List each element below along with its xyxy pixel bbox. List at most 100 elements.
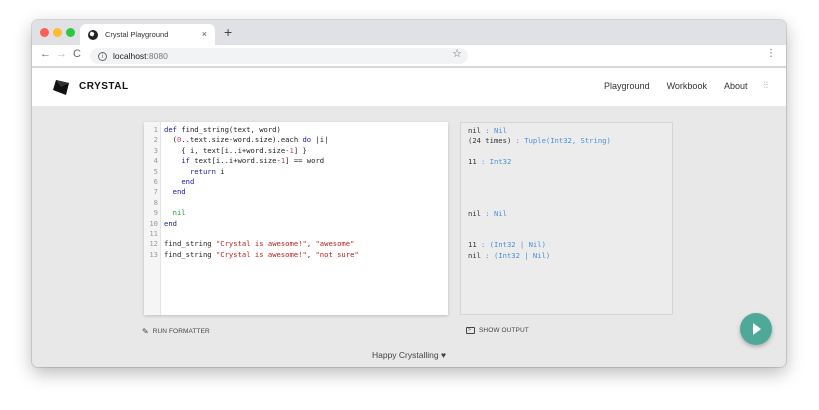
code-token: text[i..i+word.size- [189,156,281,166]
code-token: ..text.size-word.size).each [181,135,303,145]
code-line[interactable]: find_string "Crystal is awesome!", "awes… [164,239,448,249]
line-number: 5 [153,166,158,176]
code-line[interactable]: def find_string(text, word) [164,125,448,135]
line-number: 9 [153,208,158,218]
address-bar[interactable]: i localhost:8080 ☆ [90,48,468,64]
code-line[interactable]: if text[i..i+word.size-1] == word [164,156,448,166]
code-line[interactable]: end [164,219,448,229]
bookmark-star-icon[interactable]: ☆ [452,49,462,60]
code-token: end [181,176,195,186]
crystal-logo-icon[interactable] [52,77,72,97]
output-value: nil [468,126,481,135]
output-type: : Nil [480,126,507,135]
url-text[interactable]: localhost:8080 [113,51,168,61]
line-number: 1 [153,125,158,134]
code-line[interactable] [164,198,448,208]
code-token: ( [164,135,177,145]
line-number: 2 [153,135,158,145]
code-line[interactable]: end [164,187,448,197]
code-line[interactable]: (0..text.size-word.size).each do |i| [164,135,448,145]
line-number: 8 [153,197,158,207]
line-number: 6 [153,177,158,187]
browser-menu-icon[interactable]: ⋮ [766,49,776,59]
output-value: 11 [468,240,477,250]
code-token: ] == word [285,156,325,166]
main-nav: Playground Workbook About ⫶⫶ [587,81,768,91]
output-line: 11 : Int32 [468,157,672,167]
brand-name[interactable]: CRYSTAL [79,81,129,92]
code-token: "awesome" [315,239,355,249]
code-token: nil [172,208,186,218]
formatter-icon: ✎ [142,327,149,336]
output-value: (24 times) [468,136,512,146]
new-tab-button[interactable]: + [224,25,232,39]
code-token: return [189,166,216,176]
line-number: 3 [153,145,158,155]
inspection-output-panel: nil : Nil (24 times) : Tuple(Int32, Strin… [460,122,673,315]
line-number: 11 [149,229,158,239]
run-formatter-button[interactable]: ✎ RUN FORMATTER [142,327,210,336]
playground-area: 1 2 3 4 5 6 7 8 9 10 11 12 13 def find_string(text, … [32,106,786,367]
back-arrow-icon[interactable]: ← [40,49,51,60]
tab-strip: Crystal Playground × + [32,20,786,45]
maximize-window-button[interactable] [66,28,75,37]
output-value: nil [468,250,481,260]
url-port: :8080 [146,51,168,61]
nav-workbook[interactable]: Workbook [667,81,707,91]
code-text[interactable]: def find_string(text, word) (0..text.siz… [161,122,448,315]
browser-toolbar: ← → C i localhost:8080 ☆ ⋮ [32,45,786,67]
site-header: CRYSTAL Playground Workbook About ⫶⫶ [32,68,786,106]
code-line[interactable]: end [164,177,448,187]
show-output-button[interactable]: > SHOW OUTPUT [466,327,529,334]
nav-playground[interactable]: Playground [604,81,650,91]
nav-about[interactable]: About [724,81,748,91]
crystal-favicon-icon [88,29,98,40]
code-token: find_string(text, word) [176,125,281,134]
footer-text: Happy Crystalling ♥ [371,350,447,360]
code-token: "not sure" [315,249,359,259]
code-editor[interactable]: 1 2 3 4 5 6 7 8 9 10 11 12 13 def find_string(text, … [144,122,448,315]
url-host: localhost [113,51,147,61]
code-token: { i, text[i..i+word.size- [164,145,290,155]
reload-icon[interactable]: C [73,49,81,60]
code-token: find_string [164,249,216,259]
code-line[interactable]: { i, text[i..i+word.size-1] } [164,146,448,156]
code-line[interactable] [164,229,448,239]
code-token: "Crystal is awesome!" [215,249,307,259]
output-line: nil : (Int32 | Nil) [468,251,672,261]
output-line: nil : Nil [468,209,672,219]
code-token: def [164,125,177,134]
close-window-button[interactable] [40,28,49,37]
code-line[interactable]: nil [164,208,448,218]
output-value: 11 [468,157,477,167]
settings-sliders-icon[interactable]: ⫶⫶ [763,81,768,91]
browser-tab[interactable]: Crystal Playground × [80,24,215,45]
browser-window: Crystal Playground × + ← → C i localhost… [32,20,786,367]
minimize-window-button[interactable] [53,28,62,37]
code-token: end [164,218,177,228]
tab-close-icon[interactable]: × [202,30,207,39]
output-type: : Tuple(Int32, String) [511,136,611,146]
forward-arrow-icon[interactable]: → [56,49,67,60]
show-output-label: SHOW OUTPUT [479,327,529,334]
code-line[interactable]: return i [164,167,448,177]
info-icon[interactable]: i [98,51,107,61]
output-type: : Int32 [476,157,512,167]
output-line: 11 : (Int32 | Nil) [468,240,672,250]
code-token: do [302,135,312,145]
code-token: |i| [311,135,329,145]
code-line[interactable]: find_string "Crystal is awesome!", "not … [164,250,448,260]
tab-title: Crystal Playground [105,30,169,39]
run-play-button[interactable] [740,313,772,345]
code-token: find_string [164,239,216,249]
